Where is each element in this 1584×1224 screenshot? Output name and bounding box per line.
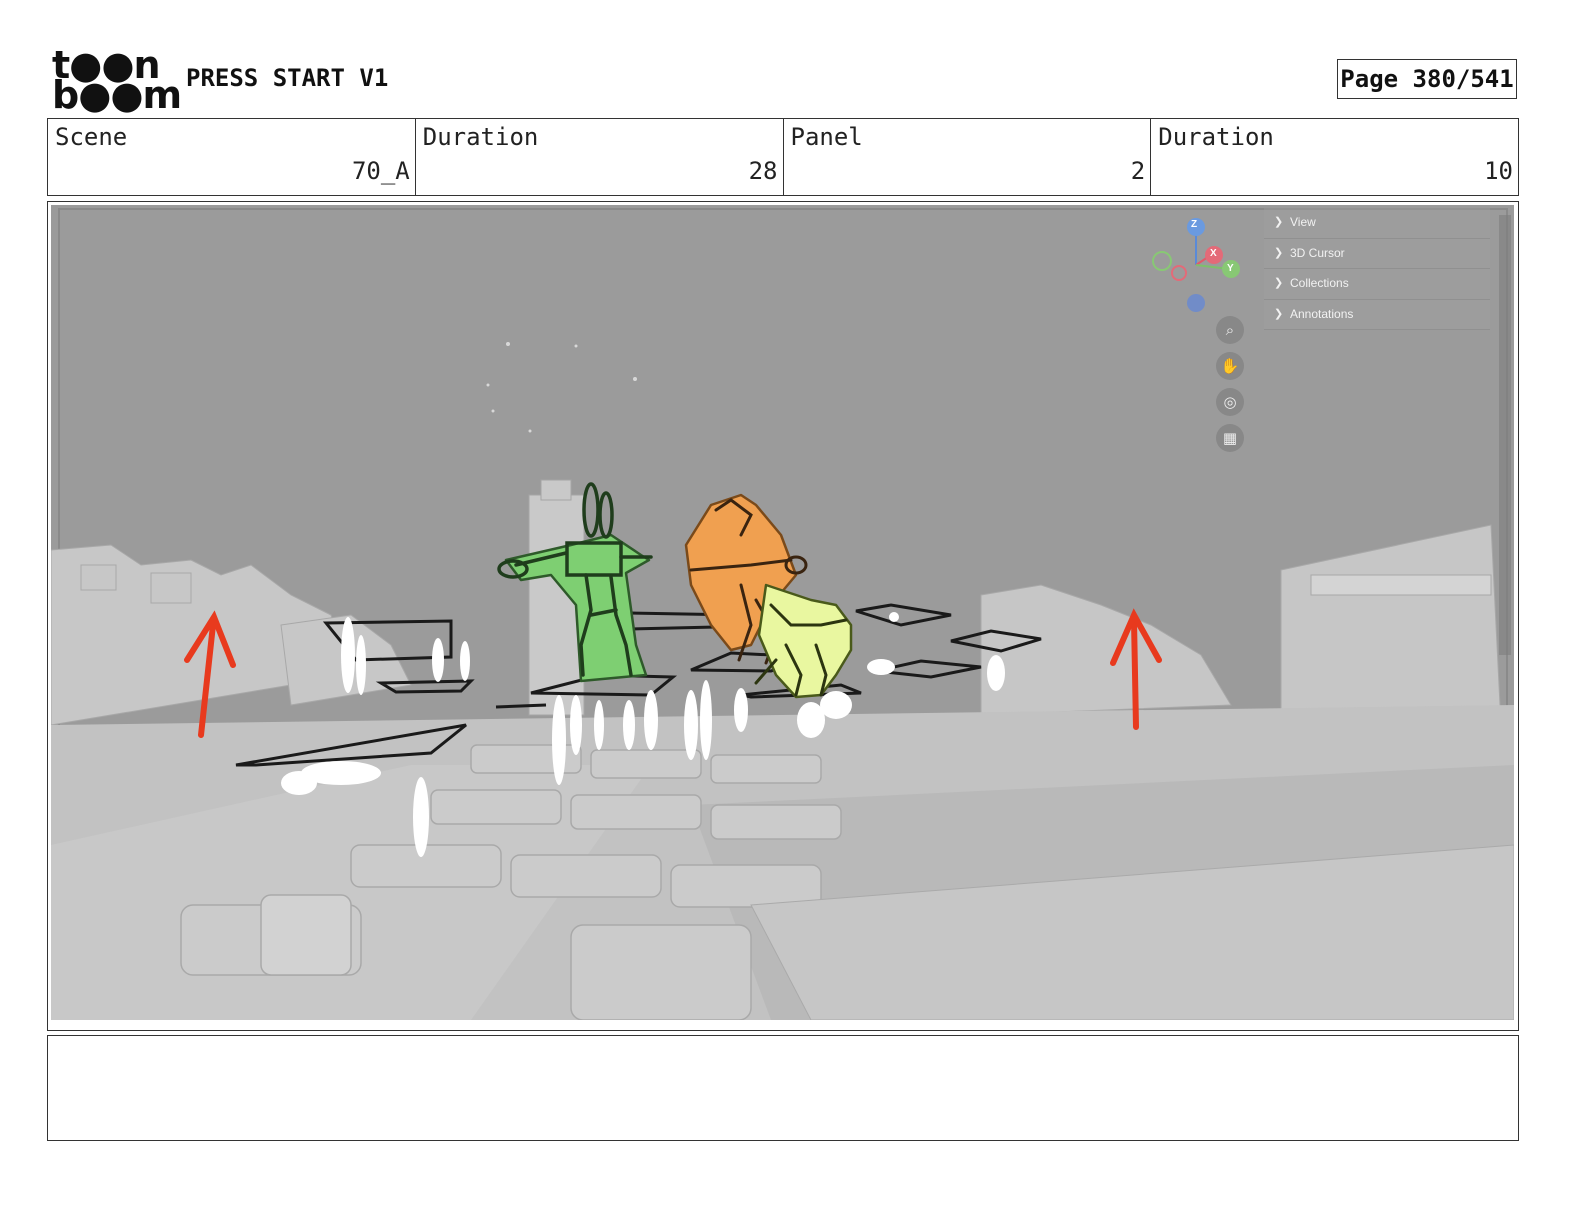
chevron-right-icon: ❯ <box>1274 277 1284 289</box>
menu-item-view[interactable]: ❯ View <box>1264 208 1490 239</box>
camera-icon[interactable]: ◎ <box>1216 388 1244 416</box>
scene-duration-cell: Duration 28 <box>416 119 784 195</box>
ground <box>51 705 1514 1020</box>
scene-duration-value: 28 <box>748 157 778 185</box>
viewport-sidebar-menu: ❯ View ❯ 3D Cursor ❯ Collections ❯ Annotatio… <box>1264 208 1490 330</box>
toonboom-logo: t●●n b●●m <box>52 46 182 114</box>
scene-duration-label: Duration <box>422 123 539 151</box>
x-axis-label: X <box>1210 248 1217 259</box>
menu-item-annotations[interactable]: ❯ Annotations <box>1264 299 1490 330</box>
menu-item-label: Collections <box>1290 276 1349 290</box>
project-title: PRESS START V1 <box>186 64 389 92</box>
viewport-scrollbar <box>1499 215 1511 655</box>
scene-cell: Scene 70_A <box>48 119 416 195</box>
info-row: Scene 70_A Duration 28 Panel 2 Duration … <box>47 118 1519 196</box>
scene-value: 70_A <box>351 157 410 185</box>
menu-item-3d-cursor[interactable]: ❯ 3D Cursor <box>1264 238 1490 269</box>
zoom-icon[interactable]: ⌕ <box>1216 316 1244 344</box>
menu-item-label: 3D Cursor <box>1290 245 1345 260</box>
panel-duration-label: Duration <box>1158 123 1274 151</box>
chevron-right-icon: ❯ <box>1274 307 1284 320</box>
scene-label: Scene <box>55 123 128 151</box>
panel-cell: Panel 2 <box>784 119 1152 195</box>
panel-label: Panel <box>790 123 863 151</box>
notes-box <box>47 1035 1519 1141</box>
grid-perspective-icon[interactable]: ▦ <box>1216 424 1244 452</box>
logo-line-2: b●●m <box>52 73 182 117</box>
z-axis-label: Z <box>1191 219 1198 230</box>
chevron-right-icon: ❯ <box>1274 246 1284 259</box>
page-number: Page 380/541 <box>1337 59 1517 99</box>
y-axis-label: Y <box>1227 263 1234 274</box>
chevron-right-icon: ❯ <box>1274 216 1284 228</box>
panel-image: Z X Y ❯ View ❯ 3D Cursor ❯ Collections ❯ Ann… <box>51 205 1514 1020</box>
panel-duration-value: 10 <box>1484 157 1513 185</box>
panel-duration-cell: Duration 10 <box>1151 119 1518 195</box>
hand-pan-icon[interactable]: ✋ <box>1216 352 1244 380</box>
menu-item-label: View <box>1290 215 1316 229</box>
panel-value: 2 <box>1130 157 1146 185</box>
menu-item-collections[interactable]: ❯ Collections <box>1264 269 1490 300</box>
menu-item-label: Annotations <box>1290 306 1354 321</box>
